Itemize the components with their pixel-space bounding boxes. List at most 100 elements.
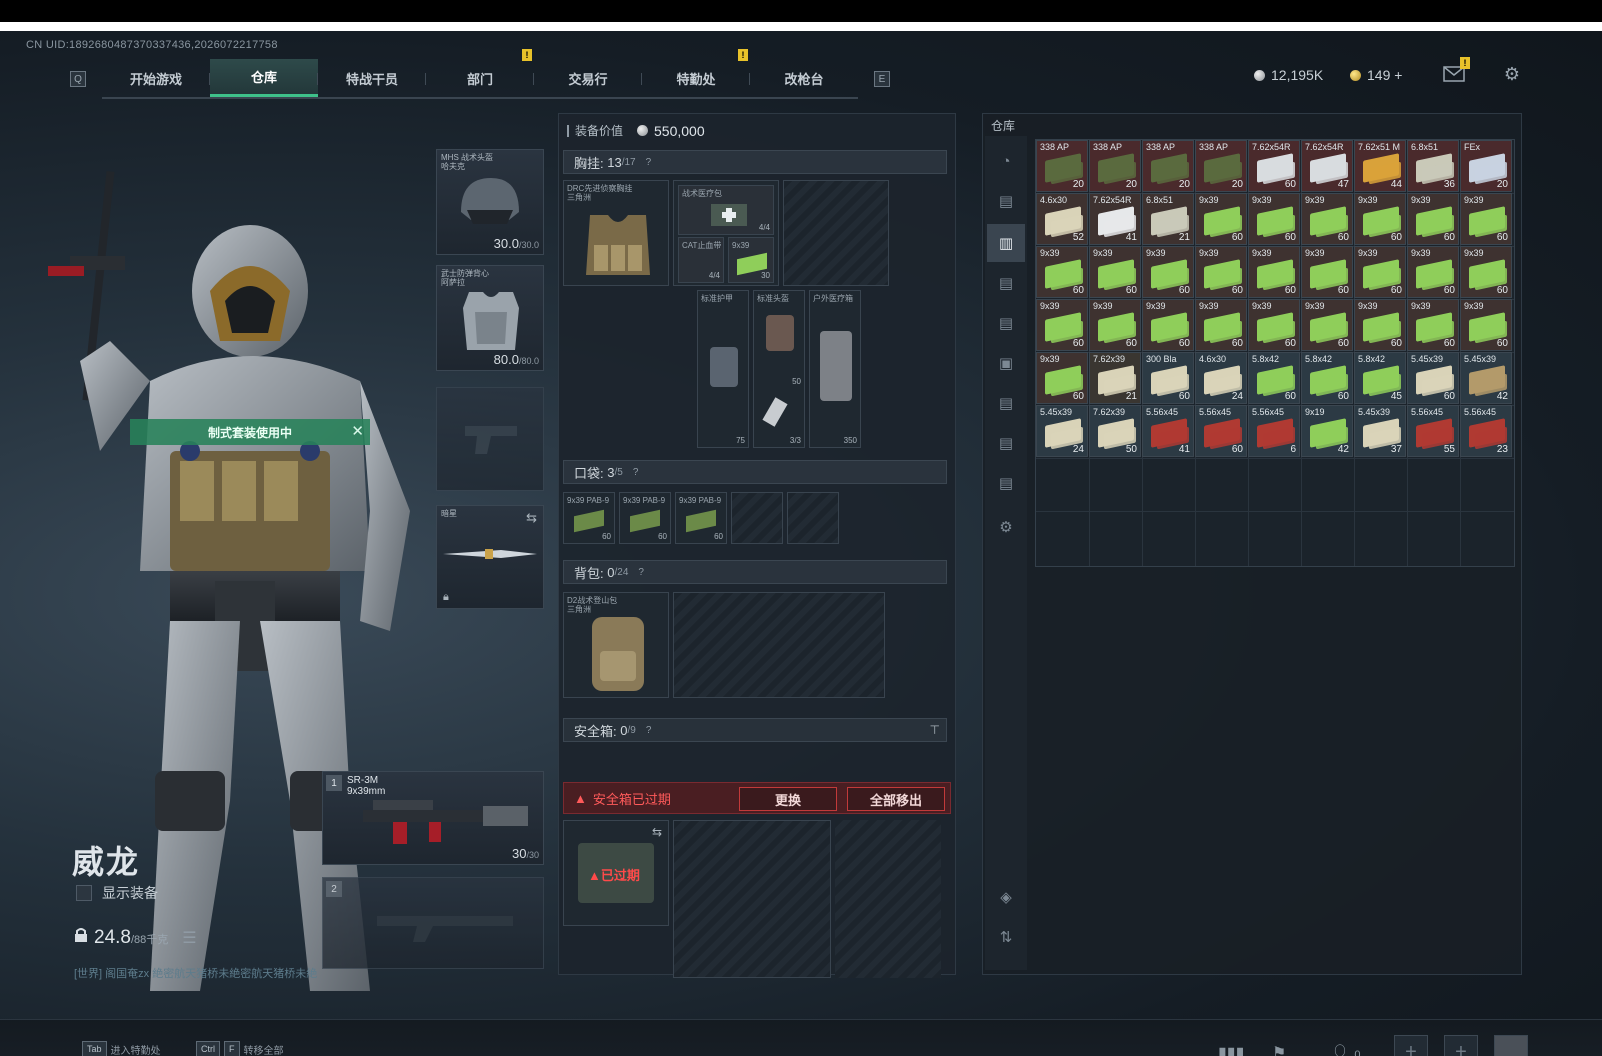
nav-next-key[interactable]: E [874, 71, 890, 87]
category-icon[interactable]: ▤ [993, 310, 1019, 336]
tab-start-game[interactable]: 开始游戏 [102, 59, 210, 97]
ammo-item[interactable]: 9x39 60 [1460, 246, 1512, 298]
chest-rig-inner-cell[interactable]: 战术医疗包 4/4 CAT止血带 4/4 9x39 30 [673, 180, 779, 286]
category-icon[interactable]: ▤ [993, 430, 1019, 456]
backpack-storage[interactable] [673, 592, 885, 698]
ammo-item[interactable]: 9x39 60 [1407, 193, 1459, 245]
ammo-item[interactable]: 5.45x39 60 [1407, 352, 1459, 404]
ammo-item[interactable]: 9x39 60 [1248, 246, 1300, 298]
safebox-storage[interactable] [673, 820, 831, 978]
pocket-slot-1[interactable]: 9x39 PAB-9 60 [563, 492, 615, 544]
ammo-item[interactable]: 9x39 60 [1301, 246, 1353, 298]
tab-trade[interactable]: 交易行 [534, 59, 642, 97]
help-icon[interactable]: ? [633, 467, 639, 478]
swap-icon[interactable]: ⇆ [526, 510, 537, 526]
ammo-item[interactable]: 9x39 60 [1142, 246, 1194, 298]
ammo-item[interactable]: 338 AP 20 [1036, 140, 1088, 192]
sort-icon[interactable]: ⇅ [993, 924, 1019, 950]
currency-gold[interactable]: 149 + [1350, 67, 1402, 83]
gear-icon[interactable]: ⚙ [1500, 63, 1524, 85]
mail-icon[interactable]: ! [1442, 57, 1470, 85]
help-icon[interactable]: ? [638, 567, 644, 578]
ammo-item[interactable]: 338 AP 20 [1142, 140, 1194, 192]
nav-prev-key[interactable]: Q [70, 71, 86, 87]
transfer-all-hint[interactable]: Ctrl F 转移全部 [196, 1041, 284, 1056]
ammo-item[interactable]: 9x39 60 [1460, 193, 1512, 245]
primary-weapon-slot[interactable]: 1 SR-3M 9x39mm 30/30 [322, 771, 544, 865]
category-icon[interactable]: ▤ [993, 188, 1019, 214]
ammo-item[interactable]: 6.8x51 36 [1407, 140, 1459, 192]
backpack-slot[interactable]: D2战术登山包 三角洲 [563, 592, 669, 698]
ammo-item[interactable]: 5.56x45 41 [1142, 405, 1194, 457]
ammo-item[interactable]: 9x39 60 [1248, 299, 1300, 351]
tab-department[interactable]: ! 部门 [426, 49, 534, 97]
pocket-slot-2[interactable]: 9x39 PAB-9 60 [619, 492, 671, 544]
close-icon[interactable]: ✕ [351, 422, 364, 440]
ammo-item[interactable]: 9x19 42 [1301, 405, 1353, 457]
move-all-button[interactable]: 全部移出 [847, 787, 945, 811]
ammo-item[interactable]: 9x39 60 [1142, 299, 1194, 351]
layers-icon[interactable]: ◈ [993, 884, 1019, 910]
warehouse-grid[interactable]: 338 AP 20 338 AP 20 338 AP 20 338 AP 20 7.62x54R… [1035, 139, 1515, 567]
ammo-item[interactable]: 5.8x42 60 [1301, 352, 1353, 404]
tab-gunsmith[interactable]: 改枪台 [750, 59, 858, 97]
ammo-item[interactable]: 9x39 60 [1089, 246, 1141, 298]
replace-button[interactable]: 更换 [739, 787, 837, 811]
ammo-item[interactable]: 5.8x42 60 [1248, 352, 1300, 404]
ammo-item[interactable]: 4.6x30 52 [1036, 193, 1088, 245]
ammo-item[interactable]: 338 AP 20 [1089, 140, 1141, 192]
ammo-item[interactable]: 9x39 60 [1460, 299, 1512, 351]
medkit-item[interactable]: 战术医疗包 4/4 [678, 185, 774, 235]
add-teammate-button[interactable]: + [1444, 1035, 1478, 1056]
safebox-slot[interactable]: ▲已过期 ⇆ [563, 820, 669, 926]
helmet-icon[interactable]: ◔ [993, 148, 1019, 174]
category-icon[interactable]: ▤ [993, 390, 1019, 416]
helmet-pouch-cell[interactable]: 标准头盔 50 3/3 [753, 290, 805, 448]
ammo-item[interactable]: 7.62x51 M 44 [1354, 140, 1406, 192]
ammo-item[interactable]: 5.45x39 42 [1460, 352, 1512, 404]
ammo-item[interactable]: 9x39 60 [1195, 299, 1247, 351]
avatar[interactable]: 60 [1494, 1035, 1528, 1056]
armor-slot[interactable]: 武士防弹背心 阿萨拉 80.0/80.0 [436, 265, 544, 371]
ammo-item[interactable]: 9x39 60 [1089, 299, 1141, 351]
ammo-item[interactable]: 300 Bla 60 [1142, 352, 1194, 404]
ammo-item[interactable]: 9x39 60 [1036, 246, 1088, 298]
category-icon[interactable]: ▤ [993, 270, 1019, 296]
category-icon[interactable]: ▤ [993, 470, 1019, 496]
enter-special-ops-hint[interactable]: Tab 进入特勤处 [82, 1041, 161, 1056]
flag-icon[interactable]: ⚑ [1272, 1043, 1286, 1056]
ammo-item[interactable]: 9x39 60 [1301, 299, 1353, 351]
add-teammate-button[interactable]: + [1394, 1035, 1428, 1056]
world-chat[interactable]: [世界] 阁国奄zx 絶密航天猪桥未絶密航天猪桥未絶 [74, 965, 317, 981]
ammo-item[interactable]: 5.56x45 23 [1460, 405, 1512, 457]
tourniquet-item[interactable]: CAT止血带 4/4 [678, 237, 724, 283]
ammo-item[interactable]: 9x39 60 [1354, 299, 1406, 351]
ammo-item[interactable]: 9x39 60 [1036, 299, 1088, 351]
ammo-item[interactable]: 9x39 60 [1354, 193, 1406, 245]
pocket-slot-5[interactable] [787, 492, 839, 544]
ammo-item[interactable]: 4.6x30 24 [1195, 352, 1247, 404]
settings-icon[interactable]: ⚙ [993, 514, 1019, 540]
ammo-item[interactable]: 7.62x39 50 [1089, 405, 1141, 457]
ammo-icon[interactable]: ▥ [987, 224, 1025, 262]
ammo-item[interactable]: 5.45x39 24 [1036, 405, 1088, 457]
ammo-item[interactable]: 9x39 60 [1301, 193, 1353, 245]
ammo-item[interactable]: 9x39 60 [1407, 299, 1459, 351]
ammo-item[interactable]: 7.62x54R 60 [1248, 140, 1300, 192]
ammo-item[interactable]: 7.62x54R 47 [1301, 140, 1353, 192]
ammo-item[interactable]: 7.62x39 21 [1089, 352, 1141, 404]
swap-icon[interactable]: ⇆ [652, 825, 662, 839]
friends-icon[interactable]: 👤︎ 0 [1330, 1043, 1360, 1056]
ammo-item[interactable]: 9x39 30 [728, 237, 774, 283]
stats-chart-icon[interactable]: ▮▮▮ [1218, 1043, 1244, 1056]
melee-slot[interactable]: 暗星 ⇆ 🔒︎ [436, 505, 544, 609]
pocket-slot-4[interactable] [731, 492, 783, 544]
list-icon[interactable]: ☰ [182, 928, 196, 948]
ammo-item[interactable]: 5.56x45 60 [1195, 405, 1247, 457]
chest-rig-slot[interactable]: DRC先进侦察胸挂 三角洲 [563, 180, 669, 286]
pistol-slot[interactable] [436, 387, 544, 491]
ammo-item[interactable]: 5.56x45 55 [1407, 405, 1459, 457]
ammo-item[interactable]: FEx 20 [1460, 140, 1512, 192]
medical-case-cell[interactable]: 户外医疗箱 350 [809, 290, 861, 448]
tab-warehouse[interactable]: 仓库 [210, 59, 318, 97]
